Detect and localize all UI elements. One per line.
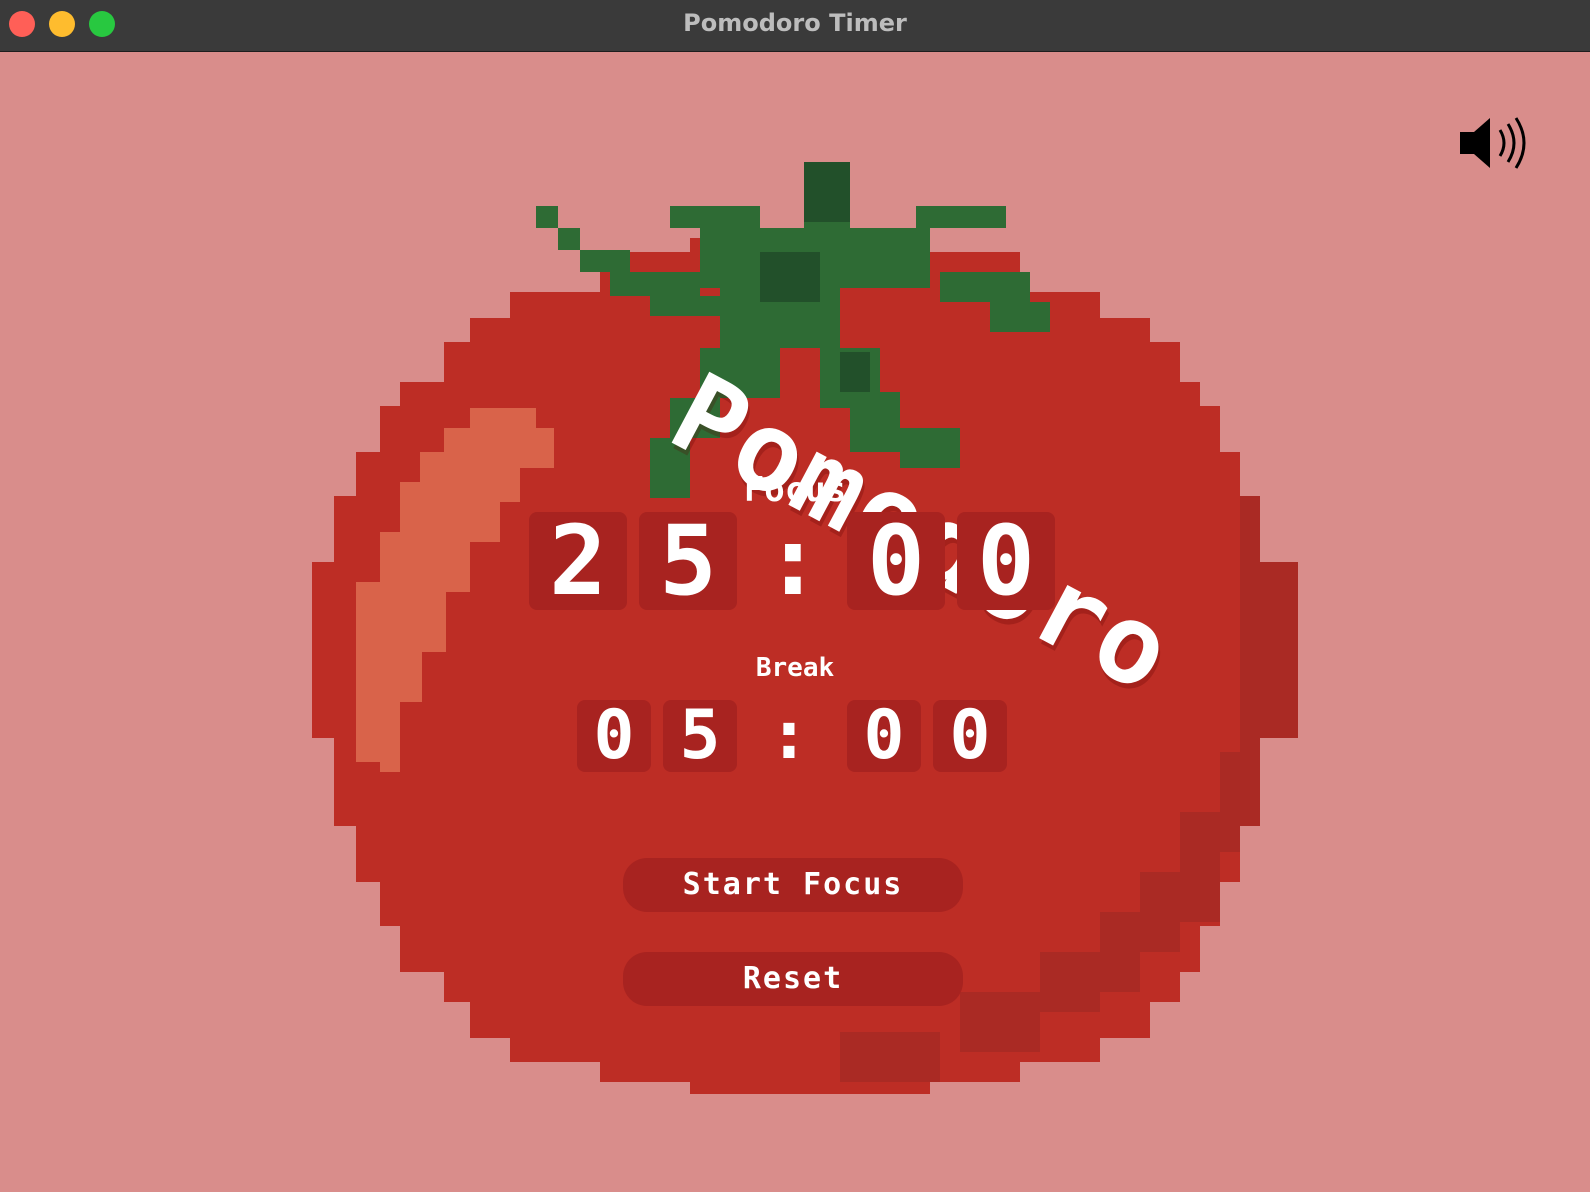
reset-button[interactable]: Reset [623, 952, 963, 1006]
main-content: Pomodoro Focus 2 5 : 0 0 Break 0 5 : 0 0… [0, 52, 1590, 1192]
focus-label: Focus [743, 470, 847, 510]
window-title: Pomodoro Timer [683, 9, 907, 37]
focus-digit-seconds-ones: 0 [957, 512, 1055, 610]
speaker-icon [1460, 117, 1526, 169]
focus-separator: : [764, 505, 822, 617]
start-focus-button[interactable]: Start Focus [623, 858, 963, 912]
focus-digit-seconds-tens: 0 [847, 512, 945, 610]
break-digit-minutes-tens: 0 [577, 700, 651, 772]
break-digit-seconds-ones: 0 [933, 700, 1007, 772]
break-digit-minutes-ones: 5 [663, 700, 737, 772]
break-digit-seconds-tens: 0 [847, 700, 921, 772]
title-bar: Pomodoro Timer [0, 0, 1590, 52]
break-label: Break [755, 653, 835, 683]
break-separator: : [768, 696, 810, 775]
pixel-tomato-illustration [0, 52, 1590, 1192]
sound-toggle-button[interactable] [1458, 112, 1534, 176]
focus-digit-minutes-tens: 2 [529, 512, 627, 610]
focus-digit-minutes-ones: 5 [639, 512, 737, 610]
app-window: Pomodoro Timer Focus 2 5: 0 0 Break 0 5… [0, 0, 1590, 1192]
